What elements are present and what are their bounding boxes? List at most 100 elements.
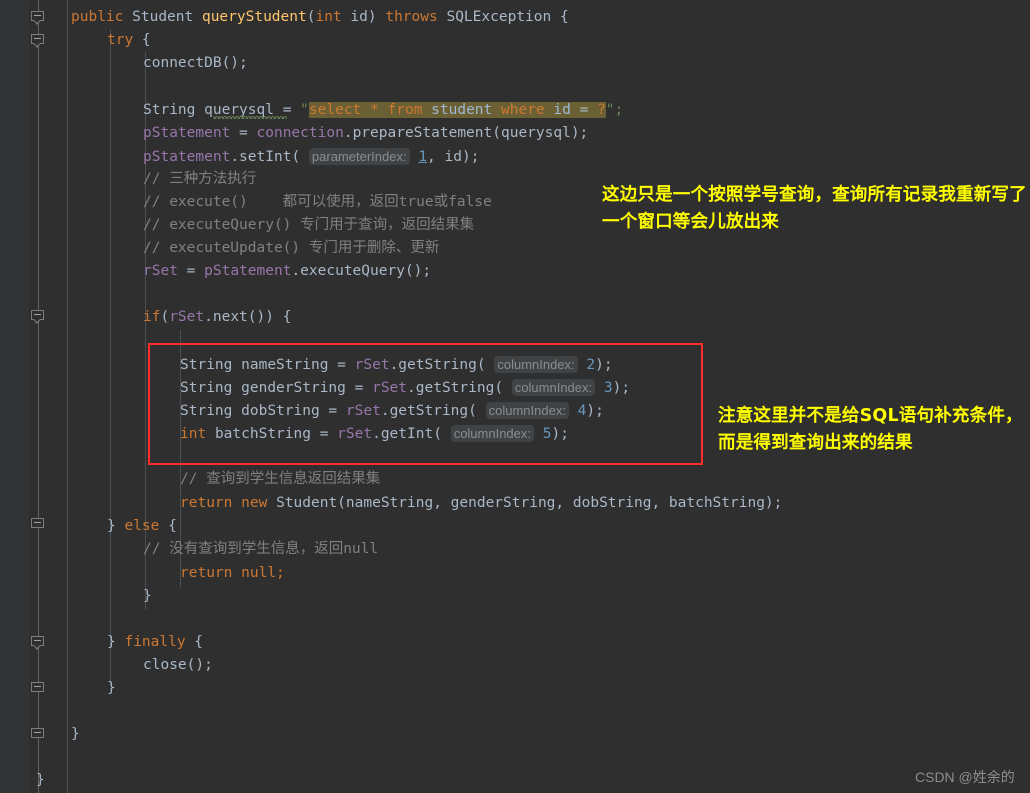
token-field-pstatement-3: pStatement bbox=[204, 263, 292, 279]
token-brace-open-28: { bbox=[185, 634, 204, 650]
code-line-32: } bbox=[71, 726, 80, 742]
code-line-26: } bbox=[143, 588, 152, 604]
code-line-14: if(rSet.next()) { bbox=[143, 309, 292, 325]
token-class-student: Student bbox=[132, 9, 194, 25]
token-sql-where: where bbox=[501, 102, 545, 118]
token-keyword-else: else bbox=[124, 518, 160, 534]
inlay-hint-columnindex-19[interactable]: columnIndex: bbox=[450, 425, 535, 442]
code-line-25: return null; bbox=[180, 562, 285, 585]
token-string-close-quote: "; bbox=[605, 102, 624, 118]
token-keyword-return-25: return bbox=[180, 565, 233, 581]
token-sql-from: from bbox=[387, 102, 423, 118]
token-method-next: next bbox=[212, 309, 248, 325]
token-class-student-22: Student bbox=[276, 495, 338, 511]
token-sql-star: * bbox=[370, 102, 379, 118]
fold-marker-line-30[interactable] bbox=[31, 682, 46, 697]
token-field-rset-17: rSet bbox=[372, 380, 408, 396]
fold-marker-line-2[interactable] bbox=[31, 34, 46, 49]
token-keyword-new: new bbox=[241, 495, 268, 511]
token-string-open-quote: " bbox=[300, 102, 309, 118]
token-field-rset: rSet bbox=[143, 263, 178, 279]
fold-marker-line-1[interactable] bbox=[31, 11, 46, 26]
token-arg-id: id bbox=[444, 149, 462, 165]
token-brace-open-23: { bbox=[159, 518, 177, 534]
token-field-pstatement: pStatement bbox=[143, 125, 231, 141]
token-type-string-18: String bbox=[180, 403, 233, 419]
token-method-setint: setInt bbox=[239, 149, 292, 165]
token-method-preparestatement: prepareStatement bbox=[352, 125, 493, 141]
code-fold-strip bbox=[29, 0, 49, 793]
csdn-watermark: CSDN @姓余的 bbox=[915, 769, 1015, 785]
code-line-24-comment: // 没有查询到学生信息，返回null bbox=[143, 541, 379, 557]
token-var-genderstring: genderString bbox=[241, 380, 346, 396]
token-method-executequery: executeQuery bbox=[300, 263, 405, 279]
code-line-30: } bbox=[107, 680, 116, 696]
token-number-1: 1 bbox=[418, 149, 428, 165]
token-method-getstring-17: getString bbox=[415, 380, 495, 396]
token-brace-close-28: } bbox=[107, 634, 125, 650]
token-sql-placeholder: ? bbox=[597, 102, 606, 118]
token-field-rset-18: rSet bbox=[345, 403, 381, 419]
inlay-hint-columnindex-18[interactable]: columnIndex: bbox=[485, 402, 569, 419]
token-args-22: (nameString, genderString, dobString, ba… bbox=[337, 495, 783, 511]
token-method-querystudent: queryStudent bbox=[201, 9, 307, 25]
fold-marker-line-32[interactable] bbox=[31, 728, 46, 743]
token-keyword-public: public bbox=[71, 9, 124, 25]
code-line-12: rSet = pStatement.executeQuery(); bbox=[143, 263, 432, 279]
token-var-dobstring: dobString bbox=[241, 403, 320, 419]
inlay-hint-parameterindex[interactable]: parameterIndex: bbox=[308, 148, 410, 165]
token-keyword-null-25: null; bbox=[241, 565, 285, 581]
injected-sql-fragment: select * from student where id = ? bbox=[308, 102, 606, 118]
code-line-10-comment: // executeQuery() 专门用于查询，返回结果集 bbox=[143, 217, 475, 233]
code-line-21-comment: // 查询到学生信息返回结果集 bbox=[180, 471, 381, 487]
code-line-28: } finally { bbox=[107, 631, 203, 654]
token-field-rset-16: rSet bbox=[354, 357, 390, 373]
token-method-getstring-18: getString bbox=[389, 403, 469, 419]
token-field-rset-19: rSet bbox=[337, 426, 373, 442]
token-keyword-if: if bbox=[143, 309, 161, 325]
token-var-namestring: nameString bbox=[241, 357, 329, 373]
token-sql-column: id bbox=[553, 102, 571, 118]
code-line-3: connectDB(); bbox=[143, 52, 248, 75]
fold-marker-line-14[interactable] bbox=[31, 310, 46, 325]
fold-marker-line-23[interactable] bbox=[31, 518, 46, 533]
code-line-18: String dobString = rSet.getString( colum… bbox=[180, 402, 604, 419]
code-line-23: } else { bbox=[107, 515, 177, 538]
code-line-2: try { bbox=[107, 32, 151, 48]
token-sql-select: select bbox=[308, 102, 362, 118]
code-line-11-comment: // executeUpdate() 专门用于删除、更新 bbox=[143, 240, 440, 256]
fold-marker-line-28[interactable] bbox=[31, 636, 46, 651]
token-keyword-int-19: int bbox=[180, 426, 207, 442]
indent-guide-1 bbox=[67, 0, 68, 793]
token-number-3: 3 bbox=[603, 380, 613, 396]
token-brace-close-23: } bbox=[107, 518, 125, 534]
inlay-hint-columnindex-17[interactable]: columnIndex: bbox=[511, 379, 596, 396]
indent-guide-2 bbox=[110, 29, 111, 685]
code-line-19: int batchString = rSet.getInt( columnInd… bbox=[180, 425, 569, 442]
inlay-hint-columnindex-16[interactable]: columnIndex: bbox=[494, 356, 578, 373]
code-line-29: close(); bbox=[143, 654, 213, 677]
token-type-string: String bbox=[143, 102, 196, 118]
token-number-2: 2 bbox=[586, 357, 596, 373]
token-keyword-return-22: return bbox=[180, 495, 233, 511]
editor-text-area[interactable]: public Student queryStudent(int id) thro… bbox=[36, 0, 1030, 793]
token-field-pstatement-2: pStatement bbox=[143, 149, 231, 165]
token-call-connectdb: connectDB(); bbox=[143, 55, 248, 71]
code-line-16: String nameString = rSet.getString( colu… bbox=[180, 356, 613, 373]
code-line-34: } bbox=[36, 772, 45, 788]
token-keyword-throws: throws bbox=[385, 9, 438, 25]
token-keyword-try: try bbox=[107, 32, 134, 48]
token-sql-table: student bbox=[431, 102, 493, 118]
token-keyword-int: int bbox=[315, 9, 342, 25]
token-class-sqlexception: SQLException bbox=[446, 9, 552, 25]
token-method-getstring-16: getString bbox=[398, 357, 477, 373]
token-call-close: close(); bbox=[143, 657, 213, 673]
token-param-id: id bbox=[350, 9, 368, 25]
code-line-7: pStatement.setInt( parameterIndex: 1, id… bbox=[143, 148, 480, 165]
code-line-22: return new Student(nameString, genderStr… bbox=[180, 492, 782, 515]
code-editor-screenshot: public Student queryStudent(int id) thro… bbox=[0, 0, 1030, 793]
annotation-query-note: 这边只是一个按照学号查询，查询所有记录我重新写了一个窗口等会儿放出来 bbox=[602, 185, 1027, 232]
code-line-17: String genderString = rSet.getString( co… bbox=[180, 379, 631, 396]
spellcheck-squiggle-querysql bbox=[213, 116, 287, 119]
editor-gutter bbox=[0, 0, 30, 793]
